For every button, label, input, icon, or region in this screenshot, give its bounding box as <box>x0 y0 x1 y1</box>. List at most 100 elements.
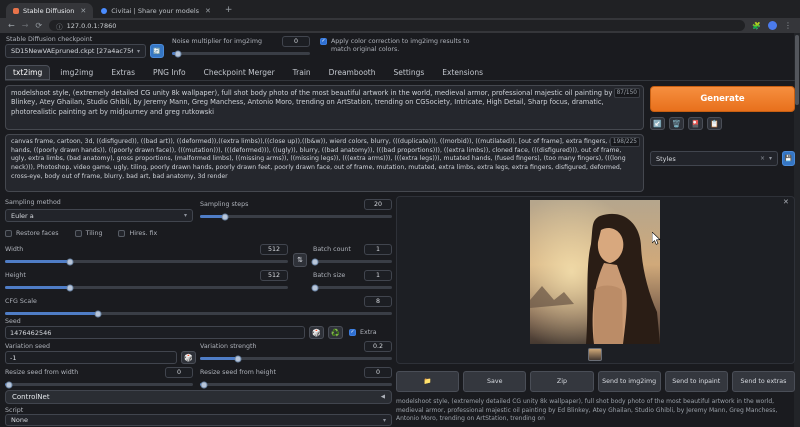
tab-train[interactable]: Train <box>285 65 319 80</box>
reload-icon[interactable]: ⟳ <box>35 21 42 30</box>
apply-style-button[interactable]: 📋 <box>707 117 722 130</box>
close-gallery-icon[interactable]: ✕ <box>783 198 789 206</box>
generate-label: Generate <box>700 94 744 104</box>
batch-count-slider[interactable] <box>313 260 392 263</box>
tab-dreambooth[interactable]: Dreambooth <box>321 65 384 80</box>
tab-checkpoint-merger[interactable]: Checkpoint Merger <box>196 65 283 80</box>
noise-multiplier-value[interactable]: 0 <box>282 36 310 47</box>
resize-seed-height-label: Resize seed from height <box>200 369 276 376</box>
gallery-thumbnail[interactable] <box>588 348 602 361</box>
height-label: Height <box>5 272 26 279</box>
reuse-seed-button[interactable]: ♻️ <box>328 326 343 339</box>
tab-img2img[interactable]: img2img <box>52 65 101 80</box>
tab-settings[interactable]: Settings <box>386 65 433 80</box>
width-slider[interactable] <box>5 260 288 263</box>
tab-extras[interactable]: Extras <box>103 65 143 80</box>
negative-token-counter: 198/225 <box>610 137 640 147</box>
folder-icon: 📁 <box>424 378 432 386</box>
send-to-inpaint-button[interactable]: Send to inpaint <box>665 371 728 392</box>
random-variation-seed-button[interactable]: 🎲 <box>181 351 196 364</box>
close-tab-icon[interactable]: ✕ <box>80 7 86 15</box>
seed-input[interactable]: 1476462546 <box>5 326 305 339</box>
extensions-icon[interactable]: 🧩 <box>752 22 761 30</box>
send-to-extras-label: Send to extras <box>741 378 787 386</box>
save-label: Save <box>487 378 502 386</box>
clear-prompt-button[interactable]: 🗑️ <box>669 117 684 130</box>
cfg-scale-value[interactable]: 8 <box>364 296 392 307</box>
address-bar[interactable]: ⓘ 127.0.0.1:7860 <box>49 20 745 31</box>
browser-tab-civitai[interactable]: Civitai | Share your models ✕ <box>94 3 218 18</box>
site-info-icon[interactable]: ⓘ <box>56 21 63 31</box>
variation-strength-slider[interactable] <box>200 357 392 360</box>
swap-dimensions-button[interactable]: ⇅ <box>293 253 307 267</box>
send-to-extras-button[interactable]: Send to extras <box>732 371 795 392</box>
browser-tabstrip: Stable Diffusion ✕ Civitai | Share your … <box>0 0 800 18</box>
profile-avatar[interactable] <box>768 21 777 30</box>
screen: Stable Diffusion ✕ Civitai | Share your … <box>0 0 800 427</box>
tab-txt2img[interactable]: txt2img <box>5 65 50 80</box>
clear-styles-icon[interactable]: × <box>760 155 765 162</box>
browser-menu-icon[interactable]: ⋮ <box>784 21 792 30</box>
recycle-icon: ♻️ <box>331 329 340 337</box>
tab-png-info[interactable]: PNG Info <box>145 65 194 80</box>
hires-fix-checkbox[interactable]: Hires. fix <box>118 230 157 237</box>
clipboard-icon: 📋 <box>710 120 719 128</box>
browser-toolbar: ← → ⟳ ⓘ 127.0.0.1:7860 🧩 ⋮ <box>0 18 800 33</box>
variation-seed-input[interactable]: -1 <box>5 351 177 364</box>
paste-params-button[interactable]: ↙️ <box>650 117 665 130</box>
tiling-checkbox[interactable]: Tiling <box>75 230 103 237</box>
batch-size-slider[interactable] <box>313 286 392 289</box>
height-slider[interactable] <box>5 286 288 289</box>
tab-extensions[interactable]: Extensions <box>434 65 491 80</box>
controlnet-accordion[interactable]: ControlNet ◀ <box>5 390 392 404</box>
send-to-inpaint-label: Send to inpaint <box>672 378 720 386</box>
extra-seed-checkbox[interactable]: ✓ Extra <box>349 329 377 336</box>
cfg-scale-slider[interactable] <box>5 312 392 315</box>
open-folder-button[interactable]: 📁 <box>396 371 459 392</box>
browser-tab-stable-diffusion[interactable]: Stable Diffusion ✕ <box>6 3 93 18</box>
scrollbar-thumb[interactable] <box>795 35 799 105</box>
refresh-checkpoint-button[interactable]: 🔄 <box>150 44 164 58</box>
dice-icon: 🎲 <box>312 329 321 337</box>
sampling-method-select[interactable]: Euler a ▾ <box>5 209 193 222</box>
styles-placeholder: Styles <box>656 155 756 163</box>
checkpoint-label: Stable Diffusion checkpoint <box>6 36 92 43</box>
negative-prompt-textarea[interactable]: canvas frame, cartoon, 3d, ((disfigured)… <box>5 134 644 192</box>
width-value[interactable]: 512 <box>260 244 288 255</box>
zip-label: Zip <box>557 378 567 386</box>
batch-count-value[interactable]: 1 <box>364 244 392 255</box>
color-correction-checkbox[interactable]: ✓ Apply color correction to img2img resu… <box>320 38 470 54</box>
save-style-button[interactable]: 💾 <box>782 151 795 166</box>
resize-seed-width-value[interactable]: 0 <box>165 367 193 378</box>
batch-size-value[interactable]: 1 <box>364 270 392 281</box>
cfg-scale-label: CFG Scale <box>5 298 37 305</box>
extra-networks-button[interactable]: 🎴 <box>688 117 703 130</box>
generated-image[interactable] <box>530 200 660 344</box>
send-to-img2img-button[interactable]: Send to img2img <box>598 371 661 392</box>
styles-select[interactable]: Styles × ▾ <box>650 151 778 166</box>
mouse-cursor <box>652 232 661 245</box>
browser-tab-title: Civitai | Share your models <box>111 7 199 15</box>
save-button[interactable]: Save <box>463 371 526 392</box>
script-select[interactable]: None ▾ <box>5 414 392 426</box>
generate-button[interactable]: Generate <box>650 86 795 112</box>
prompt-text: modelshoot style, (extremely detailed CG… <box>6 86 643 120</box>
height-value[interactable]: 512 <box>260 270 288 281</box>
restore-faces-checkbox[interactable]: Restore faces <box>5 230 59 237</box>
random-seed-button[interactable]: 🎲 <box>309 326 324 339</box>
back-icon[interactable]: ← <box>8 21 15 30</box>
variation-strength-value[interactable]: 0.2 <box>364 341 392 352</box>
sampling-steps-slider[interactable] <box>200 215 392 218</box>
noise-multiplier-slider[interactable] <box>172 52 310 55</box>
forward-icon[interactable]: → <box>22 21 29 30</box>
sampling-steps-value[interactable]: 20 <box>364 199 392 210</box>
resize-seed-height-slider[interactable] <box>200 383 392 386</box>
new-tab-button[interactable]: + <box>225 5 233 15</box>
sampling-method-label: Sampling method <box>5 199 193 206</box>
checkpoint-select[interactable]: SD15NewVAEpruned.ckpt [27a4ac756c] ▾ <box>5 44 146 58</box>
close-tab-icon[interactable]: ✕ <box>205 7 211 15</box>
resize-seed-width-slider[interactable] <box>5 383 193 386</box>
zip-button[interactable]: Zip <box>530 371 593 392</box>
prompt-textarea[interactable]: modelshoot style, (extremely detailed CG… <box>5 85 644 130</box>
resize-seed-height-value[interactable]: 0 <box>364 367 392 378</box>
